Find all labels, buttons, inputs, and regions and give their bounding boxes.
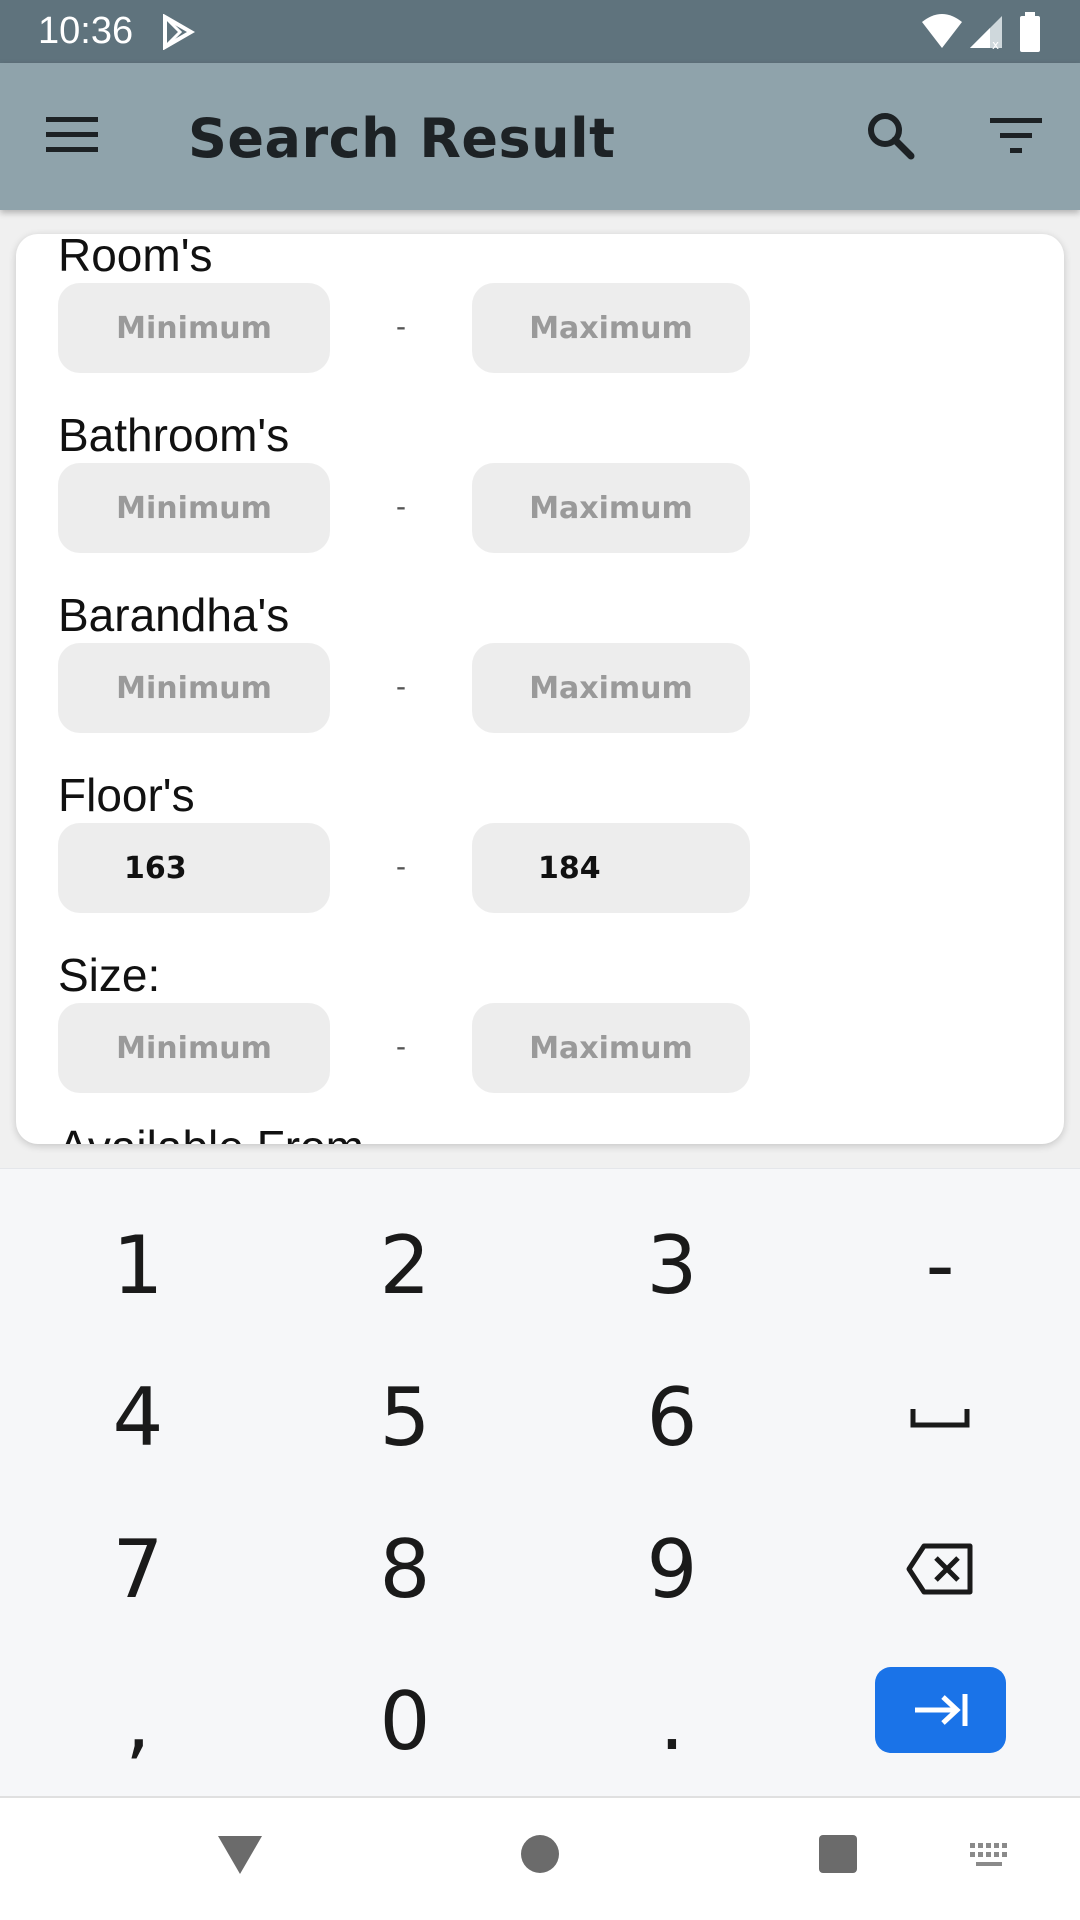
key-2[interactable]: 2 <box>305 1205 505 1325</box>
key-7[interactable]: 7 <box>38 1509 238 1629</box>
key-5[interactable]: 5 <box>305 1357 505 1477</box>
barandhas-max-input[interactable]: Maximum <box>472 643 750 733</box>
range-separator: - <box>396 1030 406 1063</box>
rooms-max-placeholder: Maximum <box>529 310 693 346</box>
search-icon[interactable] <box>840 85 940 185</box>
recents-square-icon[interactable] <box>808 1824 868 1884</box>
size-max-placeholder: Maximum <box>529 1030 693 1066</box>
signal-icon: x <box>968 14 1004 55</box>
numeric-keyboard: 1 2 3 - 4 5 6 7 8 9 , 0 . <box>0 1168 1080 1796</box>
filter-form-card: Room's Minimum - Maximum Bathroom's Mini… <box>16 234 1064 1144</box>
key-3[interactable]: 3 <box>572 1205 772 1325</box>
barandhas-min-input[interactable]: Minimum <box>58 643 330 733</box>
wifi-icon <box>920 12 964 55</box>
floors-min-value: 163 <box>124 850 187 886</box>
size-max-input[interactable]: Maximum <box>472 1003 750 1093</box>
floors-max-input[interactable]: 184 <box>472 823 750 913</box>
bathrooms-max-placeholder: Maximum <box>529 490 693 526</box>
bathrooms-min-input[interactable]: Minimum <box>58 463 330 553</box>
backspace-key[interactable] <box>840 1509 1040 1629</box>
app-bar: Search Result <box>0 63 1080 210</box>
keyboard-switch-icon[interactable] <box>958 1826 1022 1886</box>
bathrooms-min-placeholder: Minimum <box>116 490 272 526</box>
bathrooms-label: Bathroom's <box>58 409 290 461</box>
key-6[interactable]: 6 <box>572 1357 772 1477</box>
page-title: Search Result <box>188 107 616 170</box>
back-triangle-icon[interactable] <box>210 1824 270 1884</box>
size-min-placeholder: Minimum <box>116 1030 272 1066</box>
key-comma[interactable]: , <box>38 1661 238 1781</box>
size-min-input[interactable]: Minimum <box>58 1003 330 1093</box>
key-4[interactable]: 4 <box>38 1357 238 1477</box>
battery-icon <box>1018 12 1042 57</box>
home-circle-icon[interactable] <box>510 1824 570 1884</box>
range-separator: - <box>396 670 406 703</box>
rooms-min-placeholder: Minimum <box>116 310 272 346</box>
key-1[interactable]: 1 <box>38 1205 238 1325</box>
key-8[interactable]: 8 <box>305 1509 505 1629</box>
play-store-icon <box>160 13 196 55</box>
status-bar: 10:36 x <box>0 0 1080 63</box>
barandhas-label: Barandha's <box>58 589 290 641</box>
bathrooms-max-input[interactable]: Maximum <box>472 463 750 553</box>
floors-min-input[interactable]: 163 <box>58 823 330 913</box>
key-0[interactable]: 0 <box>305 1661 505 1781</box>
space-key[interactable] <box>840 1357 1040 1477</box>
filter-icon[interactable] <box>966 85 1066 185</box>
range-separator: - <box>396 850 406 883</box>
key-period[interactable]: . <box>572 1661 772 1781</box>
barandhas-min-placeholder: Minimum <box>116 670 272 706</box>
range-separator: - <box>396 310 406 343</box>
status-time: 10:36 <box>38 10 134 52</box>
rooms-max-input[interactable]: Maximum <box>472 283 750 373</box>
key-minus[interactable]: - <box>840 1205 1040 1325</box>
key-9[interactable]: 9 <box>572 1509 772 1629</box>
navigation-bar <box>0 1796 1080 1920</box>
range-separator: - <box>396 490 406 523</box>
rooms-label: Room's <box>58 234 213 281</box>
menu-icon[interactable] <box>22 85 122 185</box>
floors-max-value: 184 <box>538 850 601 886</box>
svg-text:x: x <box>992 38 999 50</box>
available-from-label: Available From <box>58 1120 364 1144</box>
next-field-key[interactable] <box>875 1667 1006 1753</box>
barandhas-max-placeholder: Maximum <box>529 670 693 706</box>
floors-label: Floor's <box>58 769 195 821</box>
size-label: Size: <box>58 949 161 1001</box>
rooms-min-input[interactable]: Minimum <box>58 283 330 373</box>
